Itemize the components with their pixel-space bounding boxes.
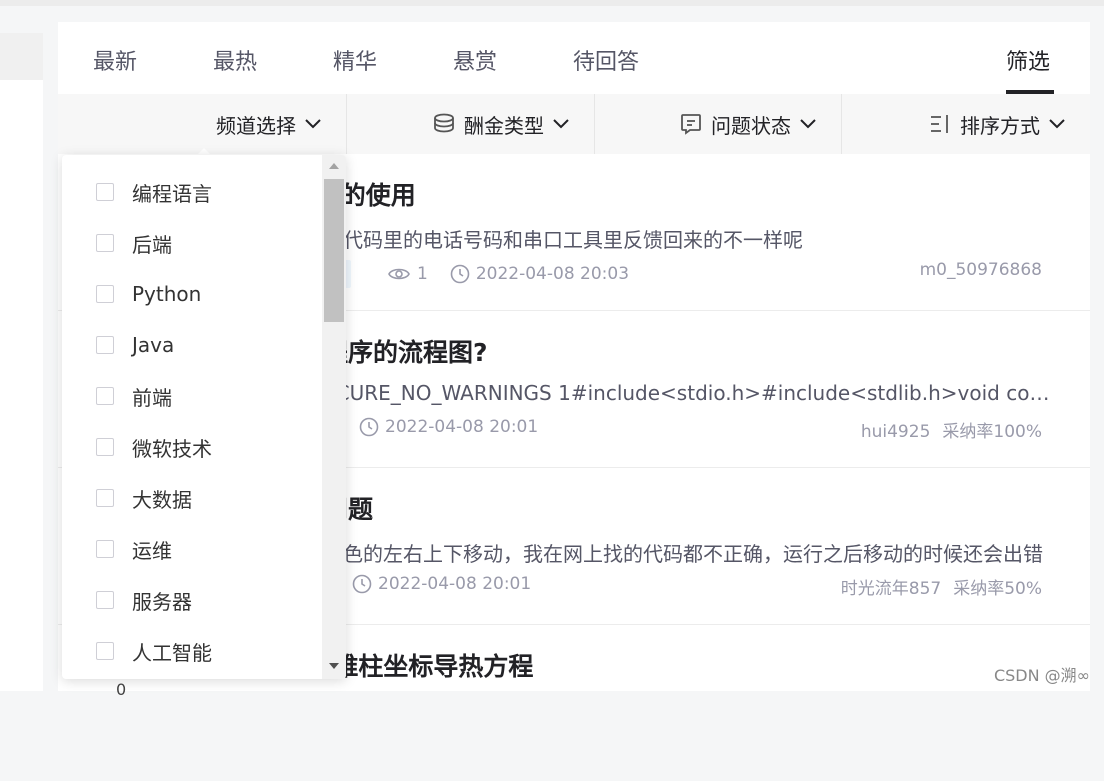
question-desc: 角色的左右上下移动，我在网上找的代码都不正确，运行之后移动的时候还会出错	[323, 542, 1043, 566]
channel-dropdown: 编程语言 后端 Python Java 前端 微软技术 大数据 运维 服务器 人…	[62, 155, 346, 679]
checkbox[interactable]	[96, 336, 114, 354]
channel-option-label: 人工智能	[132, 640, 212, 665]
channel-option[interactable]: Python	[96, 279, 201, 309]
scrollbar-thumb[interactable]	[324, 179, 344, 322]
channel-option-label: Java	[132, 333, 175, 357]
clock-icon	[359, 417, 379, 437]
acceptance-rate: 采纳率50%	[953, 579, 1042, 599]
tab-latest[interactable]: 最新	[93, 44, 137, 76]
left-panel	[0, 33, 43, 691]
checkbox[interactable]	[96, 234, 114, 252]
chevron-down-icon	[305, 119, 321, 129]
question-time: 2022-04-08 20:01	[385, 417, 539, 437]
channel-option[interactable]: 微软技术	[96, 432, 212, 462]
question-title[interactable]: -维柱坐标导热方程	[323, 647, 533, 683]
tab-featured[interactable]: 精华	[333, 44, 377, 76]
question-author-block: hui4925 采纳率100%	[861, 417, 1042, 442]
channel-option[interactable]: 编程语言	[96, 177, 212, 207]
channel-option-label: Python	[132, 282, 202, 306]
channel-option-label: 服务器	[132, 589, 192, 614]
channel-filter[interactable]: 频道选择	[58, 94, 347, 154]
question-author[interactable]: hui4925	[861, 422, 931, 442]
clock-icon	[450, 264, 470, 284]
checkbox[interactable]	[96, 285, 114, 303]
channel-filter-label: 频道选择	[216, 113, 296, 138]
left-count-fragment: 0	[116, 680, 127, 699]
checkbox[interactable]	[96, 438, 114, 456]
coins-icon	[434, 113, 454, 133]
channel-option-label: 前端	[132, 385, 172, 410]
clock-icon	[352, 574, 372, 594]
top-strip	[0, 0, 1104, 6]
question-author-block: 时光流年857 采纳率50%	[841, 574, 1042, 599]
checkbox[interactable]	[96, 387, 114, 405]
channel-option-label: 大数据	[132, 487, 192, 512]
channel-option-label: 微软技术	[132, 436, 212, 461]
question-time: 2022-04-08 20:03	[475, 264, 630, 284]
channel-option[interactable]: Java	[96, 330, 174, 360]
channel-option-label: 运维	[132, 538, 172, 563]
chevron-down-icon	[1049, 119, 1065, 129]
channel-option[interactable]: 后端	[96, 228, 172, 258]
chevron-down-icon	[800, 119, 816, 129]
question-desc: ECURE_NO_WARNINGS 1#include<stdio.h>#inc…	[323, 381, 1053, 405]
channel-option[interactable]: 运维	[96, 534, 172, 564]
tab-hottest[interactable]: 最热	[213, 44, 257, 76]
tab-bar: 最新 最热 精华 悬赏 待回答 筛选	[58, 22, 1090, 94]
checkbox[interactable]	[96, 540, 114, 558]
checkbox[interactable]	[96, 591, 114, 609]
channel-option[interactable]: 大数据	[96, 483, 192, 513]
eye-icon	[388, 268, 410, 280]
question-author-block: m0_50976868	[920, 260, 1042, 280]
channel-option-label: 后端	[132, 232, 172, 257]
checkbox[interactable]	[96, 642, 114, 660]
question-meta: 星 1 2022-04-08 20:03	[323, 260, 629, 288]
question-desc: 么代码里的电话号码和串口工具里反馈回来的不一样呢	[323, 228, 803, 252]
filter-bar: 频道选择 酬金类型 问题状态 排序方式	[58, 94, 1090, 154]
view-count: 1	[417, 264, 428, 284]
left-panel-block	[0, 33, 43, 80]
question-meta: 2022-04-08 20:01	[352, 574, 531, 594]
question-status-label: 问题状态	[711, 113, 791, 138]
channel-option[interactable]: 人工智能	[96, 636, 212, 666]
question-author[interactable]: m0_50976868	[920, 260, 1042, 280]
tab-filter[interactable]: 筛选	[1006, 44, 1050, 76]
tab-unanswered[interactable]: 待回答	[573, 44, 639, 76]
sort-filter[interactable]: 排序方式	[842, 94, 1090, 154]
watermark: CSDN @溯∞	[993, 666, 1090, 685]
sort-icon	[931, 115, 948, 133]
checkbox[interactable]	[96, 489, 114, 507]
channel-option-label: 编程语言	[132, 181, 212, 206]
scroll-down-icon[interactable]	[329, 663, 339, 669]
acceptance-rate: 采纳率100%	[942, 422, 1042, 442]
question-meta: 2022-04-08 20:01	[359, 417, 538, 437]
scroll-up-icon[interactable]	[329, 163, 339, 169]
checkbox[interactable]	[96, 183, 114, 201]
channel-option[interactable]: 前端	[96, 381, 172, 411]
question-title[interactable]: 程序的流程图?	[323, 333, 488, 369]
question-status-filter[interactable]: 问题状态	[595, 94, 842, 154]
channel-option[interactable]: 服务器	[96, 585, 192, 615]
reward-type-label: 酬金类型	[464, 113, 544, 138]
reward-type-filter[interactable]: 酬金类型	[347, 94, 595, 154]
sort-label: 排序方式	[960, 113, 1040, 138]
question-author[interactable]: 时光流年857	[841, 579, 941, 599]
chevron-down-icon	[553, 119, 569, 129]
message-icon	[681, 114, 701, 135]
question-time: 2022-04-08 20:01	[378, 574, 532, 594]
tab-bounty[interactable]: 悬赏	[453, 44, 497, 76]
